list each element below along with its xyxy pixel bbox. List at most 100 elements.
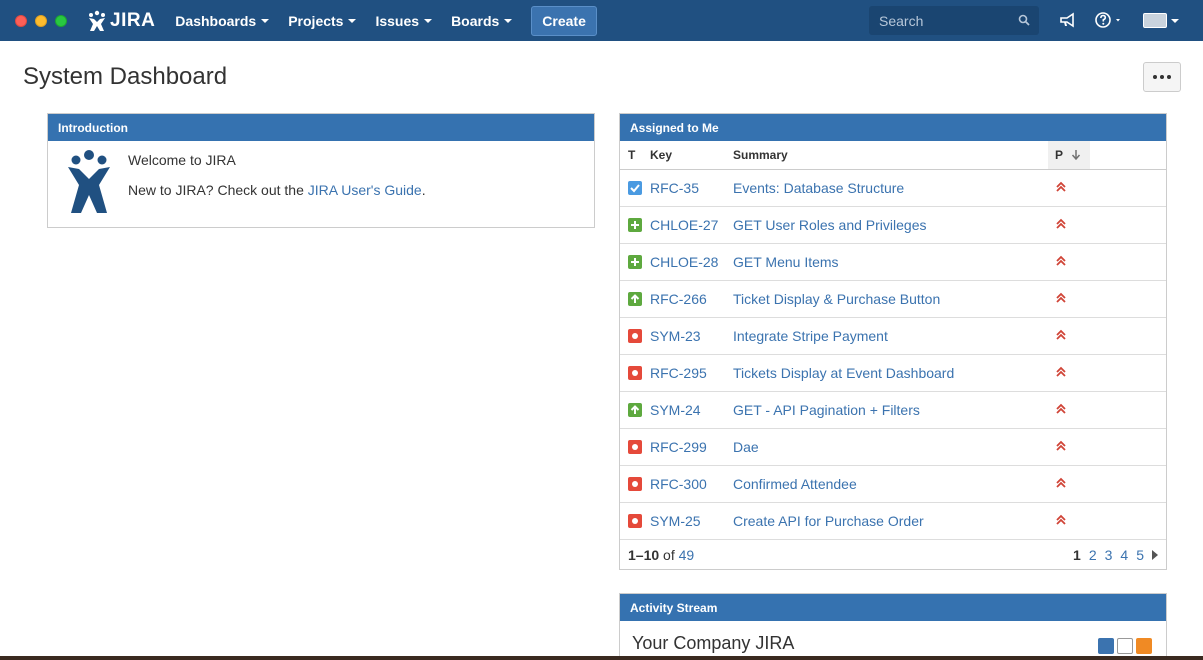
issue-type-cell <box>620 502 650 540</box>
issue-key-link[interactable]: RFC-299 <box>650 428 733 466</box>
issue-key-link[interactable]: SYM-25 <box>650 502 733 540</box>
chevron-down-icon <box>261 18 270 23</box>
issue-summary-link[interactable]: Dae <box>733 428 1048 466</box>
search-icon <box>1018 14 1030 26</box>
page-link-3[interactable]: 3 <box>1105 547 1113 563</box>
column-header-summary[interactable]: Summary <box>733 141 1048 170</box>
issue-summary-link[interactable]: Events: Database Structure <box>733 169 1048 207</box>
nav-boards[interactable]: Boards <box>451 13 513 29</box>
close-window-button[interactable] <box>15 14 27 27</box>
next-page-icon[interactable] <box>1152 549 1158 560</box>
issue-summary-link[interactable]: Confirmed Attendee <box>733 465 1048 503</box>
issue-summary-link[interactable]: Ticket Display & Purchase Button <box>733 280 1048 318</box>
column-header-type[interactable]: T <box>620 141 650 170</box>
table-row[interactable]: RFC-300 Confirmed Attendee <box>620 465 1166 503</box>
improvement-type-icon <box>628 402 642 417</box>
list-view-icon[interactable] <box>1117 638 1133 654</box>
nav-label: Dashboards <box>175 12 257 29</box>
issue-key-link[interactable]: RFC-35 <box>650 169 733 207</box>
page-link-2[interactable]: 2 <box>1089 547 1097 563</box>
gadget-title: Introduction <box>48 114 594 141</box>
issue-type-cell <box>620 354 650 392</box>
highest-priority-icon <box>1056 514 1066 525</box>
issue-key-link[interactable]: RFC-266 <box>650 280 733 318</box>
issue-key-link[interactable]: SYM-24 <box>650 391 733 429</box>
table-row[interactable]: CHLOE-27 GET User Roles and Privileges <box>620 206 1166 244</box>
issue-key-link[interactable]: RFC-295 <box>650 354 733 392</box>
issue-summary-link[interactable]: GET User Roles and Privileges <box>733 206 1048 244</box>
row-spacer <box>1090 391 1166 429</box>
page-link-5[interactable]: 5 <box>1136 547 1144 563</box>
nav-dashboards[interactable]: Dashboards <box>175 12 270 29</box>
rss-feed-icon[interactable] <box>1136 638 1152 654</box>
table-row[interactable]: CHLOE-28 GET Menu Items <box>620 243 1166 281</box>
issue-summary-link[interactable]: Create API for Purchase Order <box>733 502 1048 540</box>
jira-logo[interactable]: JIRA <box>86 10 155 32</box>
priority-cell <box>1048 502 1090 540</box>
issue-summary-link[interactable]: GET - API Pagination + Filters <box>733 391 1048 429</box>
highest-priority-icon <box>1056 255 1066 266</box>
issue-type-cell <box>620 206 650 244</box>
issue-key-link[interactable]: SYM-23 <box>650 317 733 355</box>
bug-type-icon <box>628 476 642 491</box>
pager: 12345 <box>1073 547 1158 563</box>
gadget-title: Assigned to Me <box>620 114 1166 141</box>
avatar <box>1143 13 1167 28</box>
dot <box>1160 75 1164 79</box>
nav-projects[interactable]: Projects <box>288 13 357 29</box>
priority-cell <box>1048 391 1090 429</box>
table-row[interactable]: RFC-299 Dae <box>620 428 1166 466</box>
improvement-type-icon <box>628 291 642 306</box>
highest-priority-icon <box>1056 218 1066 229</box>
table-row[interactable]: SYM-23 Integrate Stripe Payment <box>620 317 1166 355</box>
chevron-down-icon <box>1171 18 1179 23</box>
table-header-row: T Key Summary P <box>620 141 1166 170</box>
guide-prefix: New to JIRA? Check out the <box>128 182 308 198</box>
issue-summary-link[interactable]: GET Menu Items <box>733 243 1048 281</box>
jira-window: JIRA Dashboards Projects Issues Boards C… <box>0 0 1203 656</box>
highest-priority-icon <box>1056 403 1066 414</box>
column-header-priority[interactable]: P <box>1048 141 1090 170</box>
issue-key-link[interactable]: RFC-300 <box>650 465 733 503</box>
create-button[interactable]: Create <box>531 5 597 36</box>
user-guide-link[interactable]: JIRA User's Guide <box>308 182 422 198</box>
full-view-icon[interactable] <box>1098 638 1114 654</box>
highest-priority-icon <box>1056 181 1066 192</box>
issue-type-cell <box>620 428 650 466</box>
row-spacer <box>1090 465 1166 503</box>
priority-cell <box>1048 169 1090 207</box>
table-row[interactable]: SYM-24 GET - API Pagination + Filters <box>620 391 1166 429</box>
result-total-link[interactable]: 49 <box>679 547 695 563</box>
table-row[interactable]: RFC-295 Tickets Display at Event Dashboar… <box>620 354 1166 392</box>
activity-heading: Your Company JIRA <box>632 633 795 653</box>
help-icon[interactable] <box>1095 12 1125 30</box>
maximize-window-button[interactable] <box>55 14 67 27</box>
nav-issues[interactable]: Issues <box>375 13 433 29</box>
more-actions-button[interactable] <box>1143 62 1181 92</box>
priority-cell <box>1048 243 1090 281</box>
welcome-text: Welcome to JIRA <box>128 152 236 168</box>
issue-type-cell <box>620 465 650 503</box>
search-input[interactable]: Search <box>869 6 1039 35</box>
minimize-window-button[interactable] <box>35 14 47 27</box>
table-row[interactable]: RFC-35 Events: Database Structure <box>620 169 1166 207</box>
column-header-key[interactable]: Key <box>650 141 733 170</box>
issue-summary-link[interactable]: Tickets Display at Event Dashboard <box>733 354 1048 392</box>
page-link-4[interactable]: 4 <box>1120 547 1128 563</box>
megaphone-icon[interactable] <box>1059 12 1077 28</box>
highest-priority-icon <box>1056 329 1066 340</box>
issue-key-link[interactable]: CHLOE-28 <box>650 243 733 281</box>
page-title: System Dashboard <box>23 63 228 90</box>
table-row[interactable]: RFC-266 Ticket Display & Purchase Button <box>620 280 1166 318</box>
issue-key-link[interactable]: CHLOE-27 <box>650 206 733 244</box>
issue-summary-link[interactable]: Integrate Stripe Payment <box>733 317 1048 355</box>
row-spacer <box>1090 206 1166 244</box>
new-feature-type-icon <box>628 217 642 232</box>
table-row[interactable]: SYM-25 Create API for Purchase Order <box>620 502 1166 540</box>
page-link-1[interactable]: 1 <box>1073 547 1081 563</box>
dot <box>1167 75 1171 79</box>
introduction-gadget: Introduction Welcome to JIRA New to JIRA… <box>47 113 595 228</box>
guide-text: New to JIRA? Check out the JIRA User's G… <box>128 182 426 198</box>
jira-mascot-icon <box>68 150 110 213</box>
user-avatar[interactable] <box>1143 13 1179 28</box>
